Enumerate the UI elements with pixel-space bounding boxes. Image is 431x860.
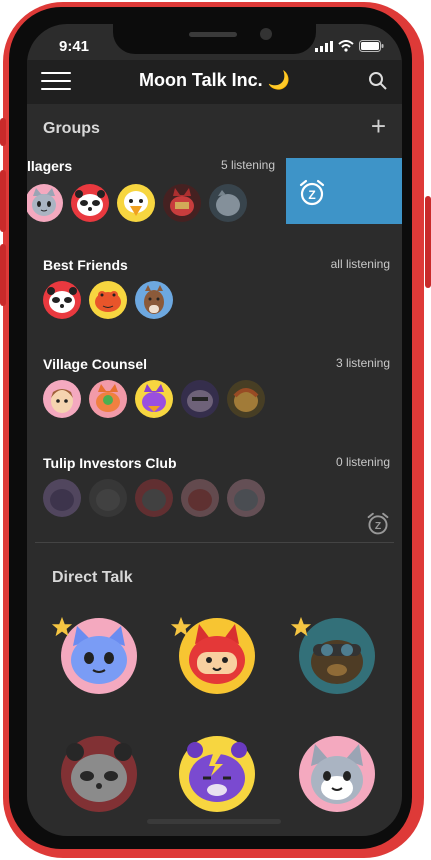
group-status: all listening: [330, 257, 390, 271]
group-name: Village Counsel: [43, 356, 147, 372]
group-status: 5 listening: [220, 158, 275, 172]
notch: [113, 24, 316, 54]
status-icons: [315, 40, 384, 52]
avatar[interactable]: [135, 380, 173, 418]
direct-talk-avatar[interactable]: [177, 734, 257, 814]
battery-icon: [359, 40, 384, 52]
avatar[interactable]: [227, 479, 265, 517]
snooze-alarm-icon: Z: [299, 179, 325, 206]
direct-talk-avatar[interactable]: [59, 734, 139, 814]
group-status: 3 listening: [335, 356, 390, 370]
avatar[interactable]: [43, 479, 81, 517]
snooze-alarm-icon[interactable]: Z: [366, 512, 390, 536]
group-status: 0 listening: [335, 455, 390, 469]
volume-down-button: [0, 244, 6, 306]
search-icon[interactable]: [368, 71, 388, 91]
svg-text:Z: Z: [375, 521, 381, 532]
groups-title: Groups: [43, 120, 100, 137]
signal-icon: [315, 40, 333, 52]
avatar[interactable]: [227, 380, 265, 418]
favorite-star-icon: [170, 616, 192, 637]
avatar[interactable]: [135, 281, 173, 319]
avatar[interactable]: [27, 184, 63, 222]
avatar[interactable]: [43, 380, 81, 418]
front-camera: [260, 28, 272, 40]
snooze-action[interactable]: Z: [286, 158, 402, 224]
avatar[interactable]: [89, 281, 127, 319]
avatar[interactable]: [89, 479, 127, 517]
avatar[interactable]: [181, 380, 219, 418]
direct-talk-title: Direct Talk: [52, 569, 133, 586]
section-divider: [35, 542, 394, 543]
app-header: Moon Talk Inc. 🌙: [27, 60, 402, 104]
group-name: llagers: [27, 158, 73, 174]
power-button: [425, 196, 431, 288]
avatar[interactable]: [135, 479, 173, 517]
avatar[interactable]: [117, 184, 155, 222]
mute-switch: [0, 118, 6, 146]
home-indicator[interactable]: [147, 819, 281, 824]
status-time: 9:41: [59, 38, 90, 55]
svg-text:Z: Z: [308, 188, 315, 202]
group-name: Best Friends: [43, 257, 128, 273]
speaker: [189, 32, 237, 37]
avatar[interactable]: [209, 184, 247, 222]
favorite-star-icon: [290, 616, 312, 637]
avatar[interactable]: [163, 184, 201, 222]
avatar[interactable]: [89, 380, 127, 418]
group-name: Tulip Investors Club: [43, 455, 177, 471]
add-group-icon[interactable]: +: [371, 113, 386, 139]
wifi-icon: [338, 40, 354, 52]
app-screen: 9:41 Moon Talk Inc. 🌙 Groups + llagers 5…: [27, 24, 402, 836]
page-title: Moon Talk Inc. 🌙: [138, 70, 291, 90]
volume-up-button: [0, 170, 6, 232]
direct-talk-avatar[interactable]: [297, 734, 377, 814]
avatar[interactable]: [71, 184, 109, 222]
avatar[interactable]: [181, 479, 219, 517]
avatar[interactable]: [43, 281, 81, 319]
favorite-star-icon: [51, 616, 73, 637]
